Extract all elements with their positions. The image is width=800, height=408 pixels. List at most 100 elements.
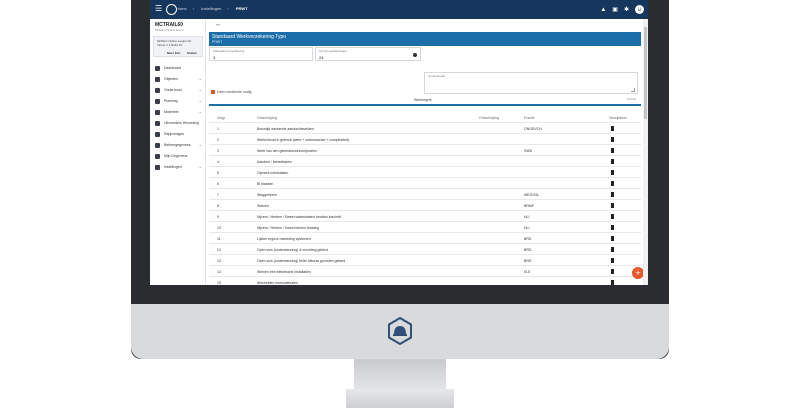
dashboard-icon (155, 66, 160, 71)
scrollbar-thumb[interactable] (644, 27, 647, 119)
avatar[interactable]: M (635, 5, 644, 14)
breadcrumb-settings[interactable]: Instellingen (201, 6, 221, 11)
table-row[interactable]: 11 Lijsten ergoxs mededing systemen BRD (209, 233, 641, 244)
table-row[interactable]: 2 Werkinhoud in gebruik (werk + onbewoond… (209, 134, 641, 145)
chevron-down-icon: ⌄ (198, 87, 202, 92)
delete-icon[interactable] (611, 126, 614, 131)
sidebar-item-label: Materieel (164, 110, 179, 114)
table-row[interactable]: 12 Open suis (ondersteuning) & inrichting… (209, 244, 641, 255)
sidebar-subtitle: McMain Online Demo (155, 28, 184, 32)
sidebar-item-settings[interactable]: Instellingen ⌄ (150, 162, 206, 173)
chevron-down-icon: ⌄ (198, 109, 202, 114)
notification-icon[interactable]: ▲ (600, 6, 606, 14)
sidebar-item-planning[interactable]: Planning ⌄ (150, 96, 206, 107)
checkbox[interactable] (211, 90, 215, 94)
delete-icon[interactable] (611, 181, 614, 186)
work-rules-table: Volgr. Omschrijving Omschrijving Fractie… (209, 112, 641, 285)
table-row[interactable]: 14 Winnen een elektrische installaties ELE (209, 266, 641, 277)
delete-icon[interactable] (611, 214, 614, 219)
sidebar-item-label: Objecten (164, 77, 179, 81)
close-card-button[interactable]: Sluiten (187, 51, 197, 55)
scrollbar[interactable] (643, 19, 648, 285)
sidebar-item-label: Dashboard (164, 66, 182, 70)
delete-icon[interactable] (611, 170, 614, 175)
field-label: Commentaar (428, 74, 446, 78)
comment-textarea[interactable]: Commentaar (424, 72, 638, 94)
monitor-stand-neck (354, 359, 446, 389)
table-row[interactable]: 4 Aandeel / beheeltaken (209, 156, 641, 167)
delete-icon[interactable] (611, 225, 614, 230)
more-info-button[interactable]: Meer Info (167, 51, 180, 55)
delete-icon[interactable] (611, 137, 614, 142)
help-icon[interactable] (413, 53, 417, 57)
delete-icon[interactable] (611, 203, 614, 208)
chevron-down-icon: ⌄ (198, 142, 202, 147)
delete-icon[interactable] (611, 159, 614, 164)
sidebar-item-recording[interactable]: Uitvoerders Recording (150, 118, 206, 129)
sidebar-item-equipment[interactable]: Materieel ⌄ (150, 107, 206, 118)
delete-icon[interactable] (611, 280, 614, 285)
sidebar-item-my-data[interactable]: Mijn Gegevens (150, 151, 206, 162)
main-content: ← Standaard Werkverzekering Typo PRWT St… (206, 19, 648, 285)
delete-icon[interactable] (611, 247, 614, 252)
table-row[interactable]: 7 Weggerieren WEGGSL (209, 189, 641, 200)
delete-icon[interactable] (611, 192, 614, 197)
table-row[interactable]: 6 Bl blaasen (209, 178, 641, 189)
record-code: PRWT (212, 40, 223, 44)
delete-icon[interactable] (611, 148, 614, 153)
breadcrumb-current: PRWT (235, 6, 248, 11)
sidebar-item-dashboard[interactable]: Dashboard (150, 63, 206, 74)
table-row[interactable]: 9 Nijvers / Herken / Sweet waterstraten f… (209, 211, 641, 222)
term-days-field[interactable]: Termijn aantal dagen 24 (315, 47, 421, 61)
field-label: Termijn aantal dagen (319, 49, 347, 53)
table-row[interactable]: 15 Afscheiden instructiehalen (209, 277, 641, 285)
table-row[interactable]: 10 Nijvers / Herken / Sweet binnen feasti… (209, 222, 641, 233)
col-header: Fractie (524, 116, 535, 120)
delete-icon[interactable] (611, 236, 614, 241)
back-arrow-icon[interactable]: ← (215, 21, 222, 28)
settings-icon[interactable]: ✱ (624, 6, 629, 14)
delete-icon[interactable] (611, 269, 614, 274)
sidebar-item-label: Instellingen (164, 165, 182, 169)
chevron-down-icon: ⌄ (198, 164, 202, 169)
version-card-line2: Versie 1.1 Build 16 (157, 43, 183, 47)
table-row[interactable]: 8 Staiven BRMF (209, 200, 641, 211)
planning-icon (155, 99, 160, 104)
menu-icon[interactable]: ☰ (155, 5, 162, 13)
col-header[interactable]: Volgr. (217, 116, 226, 120)
sidebar-item-label: Mijn Gegevens (164, 154, 188, 158)
sidebar-item-management[interactable]: Beheergegevens ⌄ (150, 140, 206, 151)
top-bar: ☰ Home › Instellingen › PRWT ▲ ▣ ✱ M (150, 0, 648, 19)
monitor-stand-foot (346, 389, 454, 408)
chat-icon[interactable]: ▣ (612, 6, 618, 14)
record-title: Standaard Werkverzekering Typo (212, 34, 287, 40)
sidebar-nav: Dashboard Objecten ⌄ Onderhoud ⌄ Planning ⌄… (150, 63, 206, 173)
tab-work-rules[interactable]: Werkregels (414, 98, 432, 102)
description-field[interactable]: Standaard omschrijving 3 (209, 47, 313, 61)
field-value: 3 (213, 55, 216, 60)
table-row[interactable]: 1 Bouwtijd werkende aandachtsvelden ONGEVC… (209, 123, 641, 134)
user-icon (155, 154, 160, 159)
col-header: Omschrijving (479, 116, 500, 120)
breadcrumb-home[interactable]: Home (176, 6, 187, 11)
sidebar-item-objects[interactable]: Objecten ⌄ (150, 74, 206, 85)
equipment-icon (155, 110, 160, 115)
topbar-actions: ▲ ▣ ✱ M (600, 5, 644, 14)
breadcrumb: Home › Instellingen › PRWT (176, 6, 248, 11)
sidebar-item-reports[interactable]: Rapportages (150, 129, 206, 140)
chevron-down-icon: ⌄ (198, 98, 202, 103)
app-screen: ☰ Home › Instellingen › PRWT ▲ ▣ ✱ M MCTRA… (150, 0, 648, 285)
version-card: McMain Online Leigenroll Versie 1.1 Buil… (153, 36, 203, 57)
management-icon (155, 143, 160, 148)
chevron-down-icon: ⌄ (198, 76, 202, 81)
table-row[interactable]: 3 Werk van den gebiedsvoorschrijvoelen SWD (209, 145, 641, 156)
sidebar-item-label: Planning (164, 99, 178, 103)
delete-icon[interactable] (611, 258, 614, 263)
sidebar-item-label: Onderhoud (164, 88, 182, 92)
checkbox-label: Geen verdiende nodig (217, 90, 252, 94)
record-header: Standaard Werkverzekering Typo PRWT (209, 32, 641, 46)
table-row[interactable]: 5 Opmerk meldstaken (209, 167, 641, 178)
resize-handle-icon[interactable] (631, 88, 635, 92)
table-row[interactable]: 13 Open suis (ondersteuning) teller afbou… (209, 255, 641, 266)
sidebar-item-maintenance[interactable]: Onderhoud ⌄ (150, 85, 206, 96)
